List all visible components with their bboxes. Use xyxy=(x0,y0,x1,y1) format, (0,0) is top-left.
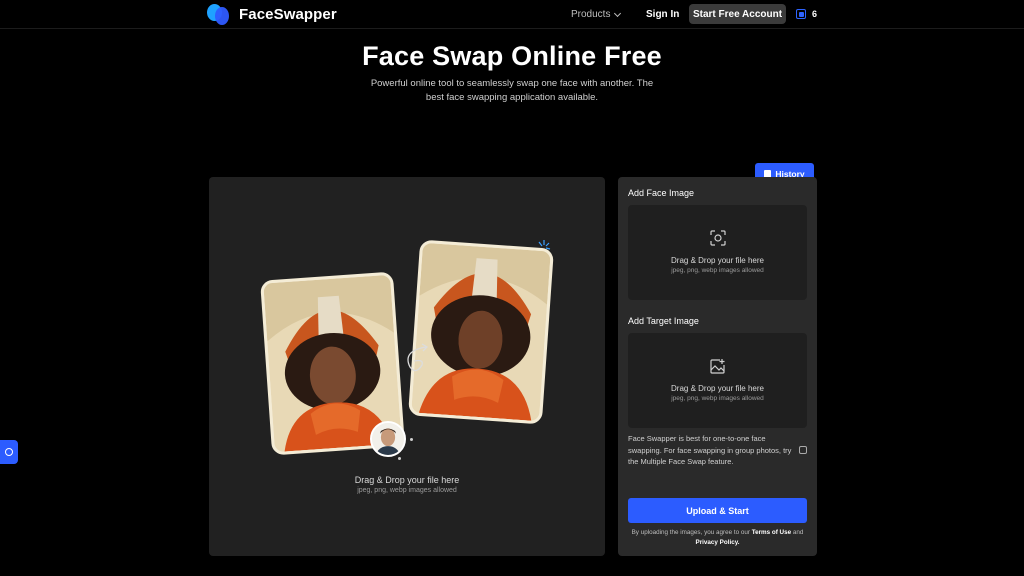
face-dropzone-hint: jpeg, png, webp images allowed xyxy=(671,267,764,274)
face-image-dropzone[interactable]: Drag & Drop your file here jpeg, png, we… xyxy=(628,205,807,300)
decor-dot xyxy=(398,457,401,460)
page-title: Face Swap Online Free xyxy=(362,41,662,71)
main-dropzone[interactable]: Drag & Drop your file here jpeg, png, we… xyxy=(209,177,605,556)
face-image-label: Add Face Image xyxy=(628,188,695,198)
target-dropzone-hint: jpeg, png, webp images allowed xyxy=(671,395,764,402)
target-face-image xyxy=(408,239,554,425)
credits-icon xyxy=(796,9,806,19)
brand-logo[interactable]: FaceSwapper xyxy=(207,3,337,25)
dropzone-hint: jpeg, png, webp images allowed xyxy=(357,487,457,494)
terms-of-use-link[interactable]: Terms of Use xyxy=(752,529,791,536)
upload-start-button[interactable]: Upload & Start xyxy=(628,498,807,523)
target-dropzone-title: Drag & Drop your file here xyxy=(671,384,764,393)
external-link-icon[interactable] xyxy=(799,446,807,454)
image-add-icon xyxy=(710,359,725,374)
feedback-icon xyxy=(5,448,13,456)
sparkle-icon xyxy=(538,240,551,250)
brand-name: FaceSwapper xyxy=(239,5,337,23)
credits-count: 6 xyxy=(812,9,818,19)
feedback-widget[interactable] xyxy=(0,440,18,464)
swap-arrow-icon xyxy=(407,343,429,372)
terms-notice: By uploading the images, you agree to ou… xyxy=(628,528,807,548)
credits-counter[interactable]: 6 xyxy=(796,9,817,19)
start-free-account-button[interactable]: Start Free Account xyxy=(689,4,786,24)
face-scan-icon xyxy=(710,230,726,246)
terms-prefix: By uploading the images, you agree to ou… xyxy=(631,529,750,536)
terms-and: and xyxy=(792,529,804,536)
target-image-label: Add Target Image xyxy=(628,316,699,326)
target-image-dropzone[interactable]: Drag & Drop your file here jpeg, png, we… xyxy=(628,333,807,428)
products-label: Products xyxy=(571,9,611,20)
upload-panel: Add Face Image Drag & Drop your file her… xyxy=(618,177,817,556)
products-menu[interactable]: Products xyxy=(571,9,622,20)
top-nav: FaceSwapper Products Sign In Start Free … xyxy=(0,0,1024,29)
chevron-down-icon xyxy=(614,9,622,17)
page-subtitle: Powerful online tool to seamlessly swap … xyxy=(370,78,654,103)
info-text: Face Swapper is best for one-to-one face… xyxy=(628,434,792,466)
avatar xyxy=(370,421,406,457)
decor-dot xyxy=(410,438,413,441)
dropzone-title: Drag & Drop your file here xyxy=(354,475,460,485)
face-dropzone-title: Drag & Drop your file here xyxy=(671,256,764,265)
sign-in-link[interactable]: Sign In xyxy=(646,9,679,20)
privacy-policy-link[interactable]: Privacy Policy. xyxy=(696,539,740,546)
logo-icon xyxy=(207,3,231,25)
